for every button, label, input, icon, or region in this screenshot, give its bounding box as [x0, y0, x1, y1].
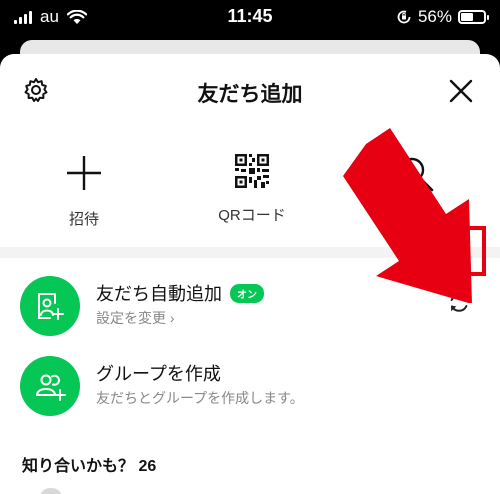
- create-group-label: グループを作成: [96, 364, 221, 384]
- close-icon[interactable]: [446, 76, 476, 106]
- invite-action[interactable]: 招待: [14, 134, 154, 229]
- refresh-icon[interactable]: [446, 290, 472, 316]
- auto-add-label: 友だち自動追加: [96, 284, 222, 304]
- chevron-right-icon: ›: [169, 310, 175, 326]
- create-group-row[interactable]: グループを作成 友だちとグループを作成します。: [0, 346, 500, 426]
- status-badge: オン: [230, 283, 264, 303]
- add-friends-sheet: 友だち追加 招待 QRコード 友だち自動追加 オン 設定を変更 › グループを作…: [0, 54, 500, 494]
- qr-code-icon: [235, 154, 269, 188]
- sheet-header: 友だち追加: [0, 54, 500, 126]
- qr-code-label: QRコード: [218, 207, 286, 224]
- section-divider: [0, 247, 500, 258]
- search-action[interactable]: [346, 134, 486, 210]
- add-group-icon: [35, 374, 66, 401]
- suggestions-heading: 知り合いかも？ 26: [22, 458, 157, 475]
- battery-percent: 56%: [417, 7, 452, 26]
- auto-add-title: 友だち自動追加 オン: [96, 280, 264, 306]
- auto-add-row[interactable]: 友だち自動追加 オン 設定を変更 ›: [0, 266, 500, 346]
- battery-fill: [461, 13, 474, 21]
- create-group-title: グループを作成: [96, 360, 221, 386]
- auto-add-settings-link[interactable]: 設定を変更 ›: [96, 308, 175, 328]
- invite-label: 招待: [68, 211, 99, 228]
- orientation-lock-icon: [397, 10, 411, 24]
- status-bar: au 11:45 56%: [0, 0, 500, 34]
- plus-icon: [67, 156, 101, 190]
- status-right: 56%: [396, 7, 489, 27]
- create-group-avatar: [20, 356, 80, 416]
- qr-code-action[interactable]: QRコード: [182, 134, 322, 225]
- suggestion-avatar[interactable]: [40, 488, 62, 494]
- auto-add-subtitle: 設定を変更: [96, 310, 166, 326]
- auto-add-friend-icon: [38, 293, 64, 320]
- auto-add-avatar: [20, 276, 80, 336]
- annotation-highlight-box: [432, 226, 486, 276]
- search-icon: [399, 157, 434, 192]
- quick-actions: 招待 QRコード: [0, 134, 500, 234]
- create-group-subtitle: 友だちとグループを作成します。: [96, 390, 304, 406]
- page-title: 友だち追加: [197, 83, 303, 106]
- battery-icon: [458, 10, 489, 24]
